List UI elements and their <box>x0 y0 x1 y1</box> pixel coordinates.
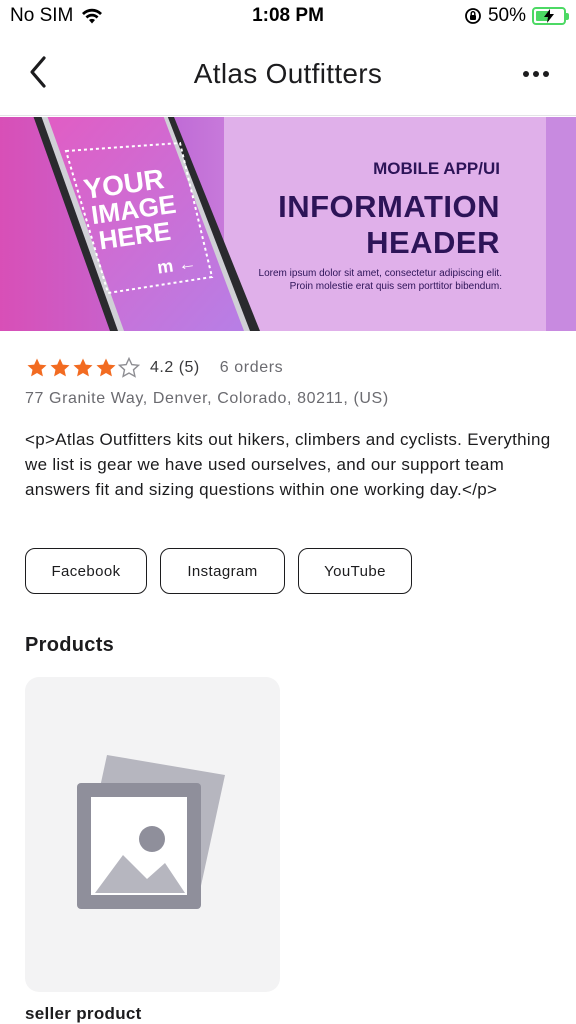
image-placeholder-icon <box>77 755 225 909</box>
banner-body-line-1: Lorem ipsum dolor sit amet, consectetur … <box>258 268 502 279</box>
store-address: 77 Granite Way, Denver, Colorado, 80211,… <box>25 390 389 407</box>
battery-percent: 50% <box>487 5 526 26</box>
more-dot <box>533 71 539 77</box>
store-description: <p>Atlas Outfitters kits out hikers, cli… <box>25 430 551 499</box>
banner-headline-2: HEADER <box>366 225 500 260</box>
star-filled-icon <box>96 358 116 377</box>
product-name: seller product <box>25 1004 142 1023</box>
banner-headline-1: INFORMATION <box>278 189 500 224</box>
store-banner: YOUR IMAGE HERE m ← MOBILE APP/UI INFORM… <box>0 117 576 331</box>
product-card[interactable]: seller product <box>25 677 280 1024</box>
banner-edge <box>546 117 576 331</box>
banner-body-line-2: Proin molestie erat quis sem porttitor b… <box>289 281 502 292</box>
star-filled-icon <box>73 358 93 377</box>
more-dot <box>543 71 549 77</box>
orders-count: 6 orders <box>219 359 284 376</box>
orientation-lock-icon <box>465 8 481 24</box>
phone-mockup-image: YOUR IMAGE HERE m ← <box>33 117 260 331</box>
rating-value: 4.2 (5) <box>150 359 200 376</box>
rating-row: 4.2 (5) 6 orders <box>26 356 283 380</box>
banner-subtitle: MOBILE APP/UI <box>373 159 500 178</box>
banner-body: Lorem ipsum dolor sit amet, consectetur … <box>242 267 502 293</box>
more-options-button[interactable] <box>516 60 556 88</box>
product-image <box>25 677 280 992</box>
youtube-button[interactable]: YouTube <box>298 548 412 594</box>
star-filled-icon <box>50 358 70 377</box>
charging-bolt-icon <box>544 9 554 23</box>
navigation-bar: Atlas Outfitters <box>0 32 576 116</box>
star-empty-icon <box>118 357 140 378</box>
star-filled-icon <box>27 358 47 377</box>
page-title: Atlas Outfitters <box>193 58 383 89</box>
facebook-button[interactable]: Facebook <box>25 548 147 594</box>
more-horizontal-icon <box>523 71 529 77</box>
battery-icon <box>532 7 569 25</box>
rating-stars <box>26 357 140 379</box>
social-links: Facebook Instagram YouTube <box>25 548 412 594</box>
instagram-button[interactable]: Instagram <box>160 548 285 594</box>
status-right: 50% <box>464 5 569 27</box>
status-bar: No SIM 1:08 PM 50% <box>0 0 576 32</box>
products-heading: Products <box>25 634 115 656</box>
